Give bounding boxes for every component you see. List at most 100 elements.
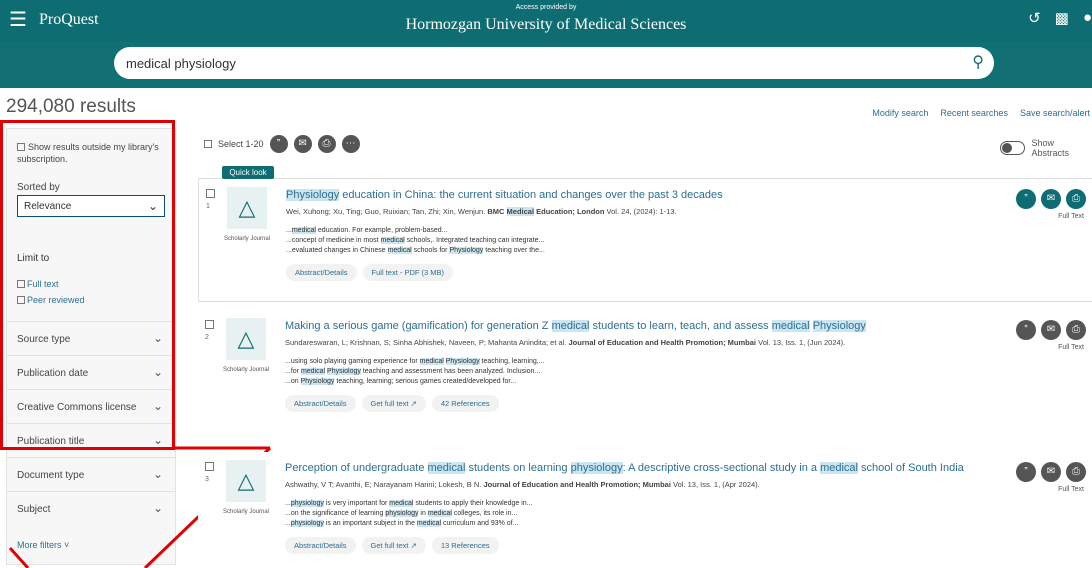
full-text-checkbox[interactable]: Full text <box>17 279 59 289</box>
print-icon[interactable]: ⎙ <box>1066 320 1086 340</box>
limit-to-label: Limit to <box>17 253 50 264</box>
checkbox-icon[interactable] <box>17 296 25 304</box>
snippet-line: ...concept of medicine in most medical s… <box>286 236 545 246</box>
email-icon[interactable]: ✉ <box>1041 320 1061 340</box>
print-icon[interactable]: ⎙ <box>1066 462 1086 482</box>
checkbox-icon[interactable] <box>17 143 25 151</box>
snippet-line: ...medical education. For example, probl… <box>286 226 545 236</box>
print-icon[interactable]: ⎙ <box>1066 189 1086 209</box>
snippet-line: ...physiology is an important subject in… <box>285 519 532 529</box>
email-icon[interactable]: ✉ <box>1041 462 1061 482</box>
save-search-link[interactable]: Save search/alert <box>1020 108 1090 118</box>
snippet-line: ...physiology is very important for medi… <box>285 499 532 509</box>
more-icon[interactable]: ⋯ <box>341 135 360 153</box>
title-segment: school of South India <box>857 462 964 474</box>
meta-segment: Vol. 13, Iss. 1, (Apr 2024). <box>670 480 760 489</box>
result-action-button[interactable]: Get full text ↗ <box>361 395 426 412</box>
snippet-segment: Physiology <box>445 358 480 365</box>
meta-segment: Vol. 24, (2024): 1-13. <box>604 207 677 216</box>
graduation-cap-icon[interactable]: △ <box>226 318 266 360</box>
meta-segment: Vol. 13, Iss. 1, (Jun 2024). <box>756 338 846 347</box>
result-checkbox[interactable] <box>205 462 214 471</box>
filter-sidebar: Show results outside my library's subscr… <box>6 128 176 565</box>
result-action-button[interactable]: Full text - PDF (3 MB) <box>362 264 454 281</box>
result-title[interactable]: Physiology education in China: the curre… <box>286 189 723 201</box>
snippet-segment: physiology <box>290 500 324 507</box>
top-icons: ↺ ▩ ● <box>1028 9 1092 27</box>
filter-publication-title[interactable]: Publication title ⌄ <box>7 423 175 457</box>
search-input[interactable]: medical physiology ⚲ <box>114 47 994 79</box>
full-text-label: Full text <box>27 279 59 289</box>
result-action-button[interactable]: Abstract/Details <box>286 264 357 281</box>
outside-subscription-checkbox[interactable]: Show results outside my library's subscr… <box>17 141 167 165</box>
search-icon[interactable]: ⚲ <box>972 52 984 72</box>
snippet-segment: students to apply their knowledge in... <box>413 500 533 507</box>
filter-label: Source type <box>17 334 71 345</box>
sort-value: Relevance <box>24 201 72 212</box>
search-query[interactable]: medical physiology <box>126 56 236 71</box>
snippet-segment: physiology <box>385 510 419 517</box>
result-number: 2 <box>205 334 209 341</box>
title-segment: students on learning <box>465 462 571 474</box>
more-filters-link[interactable]: More filters ˅ <box>17 540 69 550</box>
cite-icon[interactable]: ” <box>1016 462 1036 482</box>
cite-icon[interactable]: ” <box>1016 320 1036 340</box>
result-title[interactable]: Perception of undergraduate medical stud… <box>285 462 964 474</box>
result-action-button[interactable]: Abstract/Details <box>285 395 356 412</box>
print-icon[interactable]: ⎙ <box>317 135 336 153</box>
chevron-down-icon: ⌄ <box>152 365 163 379</box>
user-icon[interactable]: ● <box>1083 9 1092 27</box>
filter-document-type[interactable]: Document type ⌄ <box>7 457 175 491</box>
title-segment: Physiology <box>812 320 866 332</box>
filter-publication-date[interactable]: Publication date ⌄ <box>7 355 175 389</box>
title-segment: education in China: the current situatio… <box>339 189 723 201</box>
sort-select[interactable]: Relevance ⌄ <box>17 195 165 217</box>
show-abstracts-label: Show Abstracts <box>1031 138 1069 158</box>
cite-icon[interactable]: ” <box>269 135 288 153</box>
snippet-segment: ... <box>285 520 291 527</box>
graduation-cap-icon[interactable]: △ <box>226 460 266 502</box>
recent-searches-link[interactable]: Recent searches <box>940 108 1008 118</box>
access-label: Access provided by <box>515 4 577 11</box>
filter-subject[interactable]: Subject ⌄ <box>7 491 175 525</box>
result-action-button[interactable]: Abstract/Details <box>285 537 356 554</box>
result-meta: Ashwathy, V T; Avanthi, E; Narayanam Har… <box>285 480 760 489</box>
snippet-segment: medical <box>389 500 414 507</box>
result-snippets: ...using solo playing gaming experience … <box>285 357 545 387</box>
snippet-segment: Physiology <box>449 247 484 254</box>
snippet-segment: is an important subject in the <box>323 520 417 527</box>
result-checkbox[interactable] <box>205 320 214 329</box>
snippet-segment: teaching, learning; serious games create… <box>334 378 517 385</box>
result-action-button[interactable]: 42 References <box>431 395 499 412</box>
snippet-line: ...evaluated changes in Chinese medical … <box>286 246 545 256</box>
meta-segment: Journal of Education and Health Promotio… <box>568 338 757 347</box>
modify-search-link[interactable]: Modify search <box>872 108 928 118</box>
result-snippets: ...medical education. For example, probl… <box>286 226 545 256</box>
results-count: 294,080 results <box>6 96 136 117</box>
graduation-cap-icon[interactable]: △ <box>227 187 267 229</box>
filter-creative-commons[interactable]: Creative Commons license ⌄ <box>7 389 175 423</box>
email-icon[interactable]: ✉ <box>293 135 312 153</box>
cite-icon[interactable]: ” <box>1016 189 1036 209</box>
show-abstracts-toggle[interactable]: Show Abstracts <box>1000 138 1092 158</box>
outside-label: Show results outside my library's subscr… <box>17 142 159 164</box>
result-item: 3 △ Scholarly Journal Perception of unde… <box>198 452 1092 568</box>
title-segment: medical <box>771 320 810 332</box>
filter-source-type[interactable]: Source type ⌄ <box>7 321 175 355</box>
checkbox-icon[interactable] <box>17 280 25 288</box>
result-title[interactable]: Making a serious game (gamification) for… <box>285 320 866 332</box>
result-action-button[interactable]: Get full text ↗ <box>361 537 426 554</box>
folder-icon[interactable]: ▩ <box>1055 9 1069 27</box>
result-action-button[interactable]: 13 References <box>431 537 499 554</box>
search-links: Modify search Recent searches Save searc… <box>872 108 1090 118</box>
result-meta: Wei, Xuhong; Xu, Ting; Guo, Ruixian; Tan… <box>286 207 677 216</box>
history-icon[interactable]: ↺ <box>1028 9 1041 27</box>
title-segment: Perception of undergraduate <box>285 462 428 474</box>
top-bar: ☰ ProQuest Access provided by Hormozgan … <box>0 0 1092 42</box>
peer-reviewed-checkbox[interactable]: Peer reviewed <box>17 295 85 305</box>
select-all-checkbox[interactable] <box>204 140 212 148</box>
toggle-switch[interactable] <box>1000 141 1026 155</box>
quick-look-button[interactable]: Quick look <box>222 166 274 179</box>
email-icon[interactable]: ✉ <box>1041 189 1061 209</box>
result-checkbox[interactable] <box>206 189 215 198</box>
